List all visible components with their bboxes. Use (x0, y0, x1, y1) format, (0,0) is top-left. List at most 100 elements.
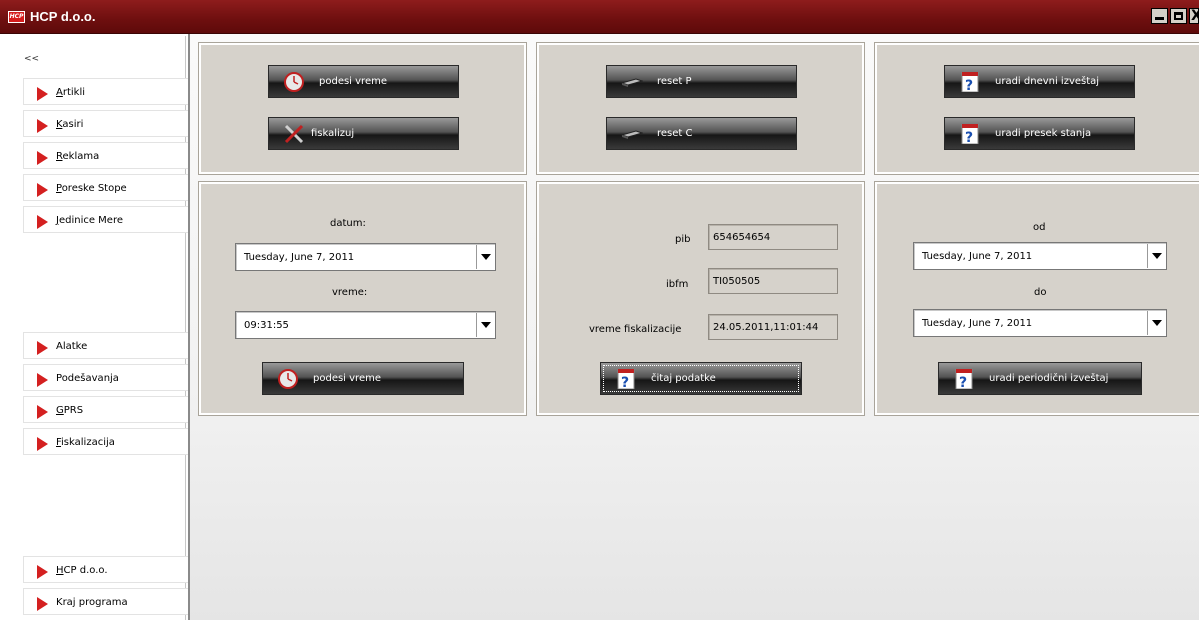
snapshot-report-button[interactable]: ? uradi presek stanja (944, 117, 1135, 150)
clock-icon (284, 72, 304, 92)
sidebar-item-label: HCP d.o.o. (56, 565, 108, 576)
to-date-value: Tuesday, June 7, 2011 (922, 318, 1033, 329)
sidebar-item-label: Reklama (56, 151, 100, 162)
fiscalize-button[interactable]: fiskalizuj (268, 117, 459, 150)
reset-c-button[interactable]: reset C (606, 117, 797, 150)
pib-value: 654654654 (713, 232, 771, 243)
svg-text:?: ? (965, 130, 973, 144)
sidebar-item-label: Alatke (56, 341, 88, 352)
arrow-right-icon (37, 565, 48, 579)
chevron-down-icon[interactable] (476, 313, 494, 337)
arrow-right-icon (37, 87, 48, 101)
fiscal-device-icon (621, 130, 643, 139)
sidebar: << Artikli Kasiri Reklama Poreske Stope … (10, 36, 195, 620)
sidebar-item-jedinice-mere[interactable]: Jedinice Mere (23, 206, 195, 233)
maximize-icon[interactable] (1170, 8, 1187, 24)
chevron-down-icon[interactable] (1147, 311, 1165, 335)
button-label: reset C (657, 128, 693, 139)
set-time-button[interactable]: podesi vreme (268, 65, 459, 98)
button-label: podesi vreme (319, 76, 387, 87)
button-label: čitaj podatke (651, 373, 716, 384)
time-picker[interactable]: 09:31:55 (235, 311, 496, 339)
button-label: reset P (657, 76, 692, 87)
sidebar-item-label: Jedinice Mere (56, 215, 124, 226)
help-document-icon: ? (961, 124, 979, 144)
help-document-icon: ? (961, 72, 979, 92)
from-label: od (1033, 222, 1046, 233)
fiscal-device-icon (621, 78, 643, 87)
sidebar-item-kasiri[interactable]: Kasiri (23, 110, 195, 137)
arrow-right-icon (37, 151, 48, 165)
reset-p-button[interactable]: reset P (606, 65, 797, 98)
periodic-report-button[interactable]: ? uradi periodični izveštaj (938, 362, 1142, 395)
arrow-right-icon (37, 215, 48, 229)
ibfm-field[interactable]: TI050505 (708, 268, 838, 294)
time-label: vreme: (332, 287, 368, 298)
button-label: uradi periodični izveštaj (989, 373, 1109, 384)
sidebar-item-label: Podešavanja (56, 373, 119, 384)
app-logo-icon: HCP (8, 11, 25, 23)
arrow-right-icon (37, 437, 48, 451)
read-data-button[interactable]: ? čitaj podatke (600, 362, 802, 395)
sidebar-item-artikli[interactable]: Artikli (23, 78, 195, 105)
sidebar-item-label: Kasiri (56, 119, 84, 130)
pib-field[interactable]: 654654654 (708, 224, 838, 250)
chevron-down-icon[interactable] (1147, 244, 1165, 268)
button-label: uradi dnevni izveštaj (995, 76, 1100, 87)
chevron-down-icon[interactable] (476, 245, 494, 269)
fiscalization-time-label: vreme fiskalizacije (589, 324, 682, 335)
period-panel: od Tuesday, June 7, 2011 do Tuesday, Jun… (874, 181, 1199, 416)
collapse-sidebar-button[interactable]: << (24, 54, 39, 64)
to-label: do (1034, 287, 1047, 298)
ibfm-value: TI050505 (713, 276, 761, 287)
button-label: fiskalizuj (311, 128, 355, 139)
help-document-icon: ? (617, 369, 635, 389)
fiscalization-time-field[interactable]: 24.05.2011,11:01:44 (708, 314, 838, 340)
button-label: uradi presek stanja (995, 128, 1092, 139)
sidebar-item-label: Fiskalizacija (56, 437, 115, 448)
window-controls (1151, 8, 1199, 24)
fiscalization-time-value: 24.05.2011,11:01:44 (713, 322, 819, 333)
sidebar-item-reklama[interactable]: Reklama (23, 142, 195, 169)
arrow-right-icon (37, 373, 48, 387)
date-picker[interactable]: Tuesday, June 7, 2011 (235, 243, 496, 271)
main-content: podesi vreme fiskalizuj reset P reset C (188, 34, 1199, 620)
arrow-right-icon (37, 341, 48, 355)
set-time-button-2[interactable]: podesi vreme (262, 362, 464, 395)
minimize-icon[interactable] (1151, 8, 1168, 24)
tools-icon (284, 124, 304, 144)
sidebar-item-kraj-programa[interactable]: Kraj programa (23, 588, 195, 615)
sidebar-item-hcp[interactable]: HCP d.o.o. (23, 556, 195, 583)
clock-icon (278, 369, 298, 389)
from-date-value: Tuesday, June 7, 2011 (922, 251, 1033, 262)
daily-report-button[interactable]: ? uradi dnevni izveštaj (944, 65, 1135, 98)
from-date-picker[interactable]: Tuesday, June 7, 2011 (913, 242, 1167, 270)
sidebar-item-gprs[interactable]: GPRS (23, 396, 195, 423)
button-label: podesi vreme (313, 373, 381, 384)
time-value: 09:31:55 (244, 320, 289, 331)
sidebar-item-alatke[interactable]: Alatke (23, 332, 195, 359)
sidebar-item-label: Artikli (56, 87, 86, 98)
arrow-right-icon (37, 183, 48, 197)
sidebar-item-poreske-stope[interactable]: Poreske Stope (23, 174, 195, 201)
sidebar-item-podesavanja[interactable]: Podešavanja (23, 364, 195, 391)
help-document-icon: ? (955, 369, 973, 389)
close-icon[interactable] (1189, 8, 1199, 24)
to-date-picker[interactable]: Tuesday, June 7, 2011 (913, 309, 1167, 337)
datetime-panel: datum: Tuesday, June 7, 2011 vreme: 09:3… (198, 181, 527, 416)
reset-panel: reset P reset C (536, 42, 865, 175)
pib-label: pib (675, 234, 691, 245)
reports-panel: ? uradi dnevni izveštaj ? uradi presek s… (874, 42, 1199, 175)
time-panel: podesi vreme fiskalizuj (198, 42, 527, 175)
arrow-right-icon (37, 405, 48, 419)
arrow-right-icon (37, 597, 48, 611)
sidebar-item-label: Poreske Stope (56, 183, 127, 194)
sidebar-item-fiskalizacija[interactable]: Fiskalizacija (23, 428, 195, 455)
date-label: datum: (330, 218, 366, 229)
sidebar-item-label: Kraj programa (56, 597, 128, 608)
svg-text:?: ? (965, 78, 973, 92)
title-bar: HCP HCP d.o.o. (0, 0, 1199, 34)
window-title: HCP d.o.o. (30, 9, 96, 24)
arrow-right-icon (37, 119, 48, 133)
svg-text:?: ? (621, 375, 629, 389)
